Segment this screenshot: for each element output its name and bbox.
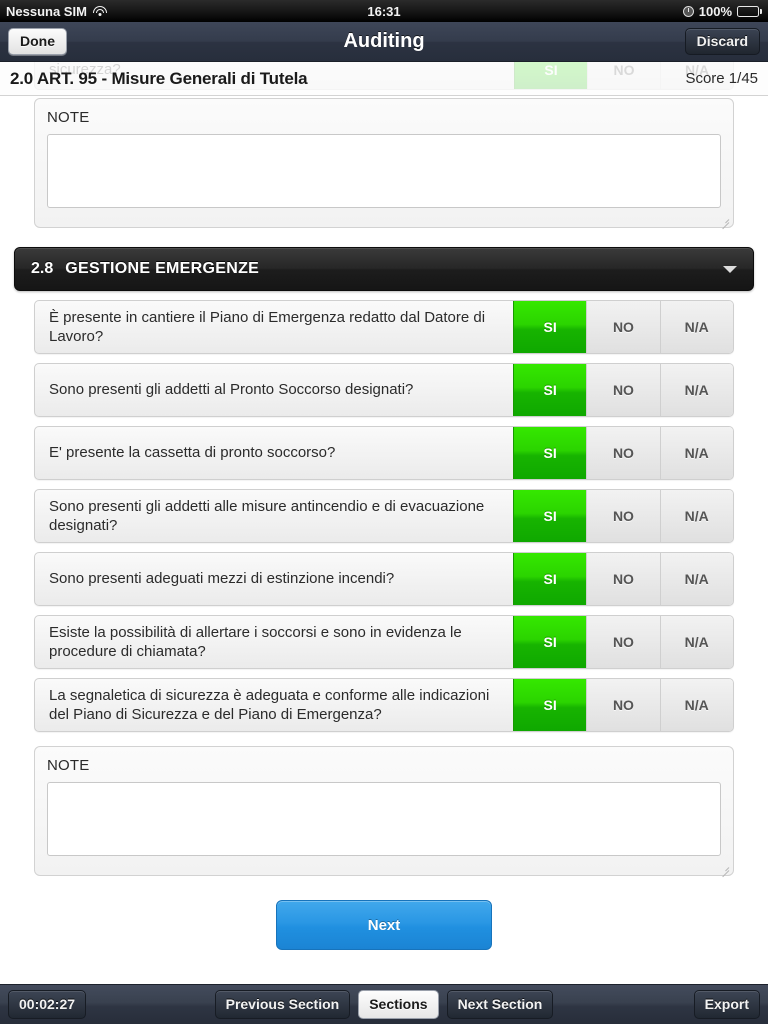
toolbar-center: Previous Section Sections Next Section <box>0 990 768 1019</box>
timer-display[interactable]: 00:02:27 <box>8 990 87 1019</box>
previous-section-button[interactable]: Previous Section <box>214 990 351 1019</box>
option-si[interactable]: SI <box>513 616 587 668</box>
audit-scroll-area[interactable]: sicurezza? SI NO N/A NOTE 2.8 GESTIONE E… <box>0 62 768 984</box>
question-text: La segnaletica di sicurezza è adeguata e… <box>49 686 490 724</box>
answer-option-group: SI NO N/A <box>513 553 733 605</box>
question-list: È presente in cantiere il Piano di Emerg… <box>0 300 768 732</box>
sticky-section-title: 2.0 ART. 95 - Misure Generali di Tutela <box>10 68 308 88</box>
option-na[interactable]: N/A <box>659 364 733 416</box>
option-si[interactable]: SI <box>513 427 587 479</box>
answer-option-group: SI NO N/A <box>513 616 733 668</box>
option-na[interactable]: N/A <box>659 679 733 731</box>
resize-grip-icon <box>718 861 730 878</box>
option-si[interactable]: SI <box>513 301 587 353</box>
option-na[interactable]: N/A <box>659 553 733 605</box>
battery-percent-label: 100% <box>698 3 732 19</box>
option-si[interactable]: SI <box>513 364 587 416</box>
ios-status-bar: Nessuna SIM 16:31 100% <box>0 0 768 22</box>
answer-option-group: SI NO N/A <box>513 490 733 542</box>
note-textarea-bottom[interactable] <box>47 782 721 856</box>
status-bar-left: Nessuna SIM <box>6 4 108 19</box>
option-no[interactable]: NO <box>586 427 660 479</box>
question-row[interactable]: La segnaletica di sicurezza è adeguata e… <box>34 678 734 732</box>
answer-option-group: SI NO N/A <box>513 679 733 731</box>
question-row[interactable]: Esiste la possibilità di allertare i soc… <box>34 615 734 669</box>
chevron-down-icon[interactable] <box>723 265 737 273</box>
question-text: Sono presenti gli addetti al Pronto Socc… <box>49 381 414 399</box>
page-title: Auditing <box>343 30 425 52</box>
discard-button[interactable]: Discard <box>684 27 760 56</box>
wifi-icon <box>93 5 108 17</box>
status-bar-right: 100% <box>682 3 762 19</box>
question-row[interactable]: Sono presenti gli addetti alle misure an… <box>34 489 734 543</box>
option-no[interactable]: NO <box>586 364 660 416</box>
sticky-section-bar: 2.0 ART. 95 - Misure Generali di Tutela … <box>0 62 768 96</box>
option-si[interactable]: SI <box>513 553 587 605</box>
export-button[interactable]: Export <box>693 990 760 1019</box>
option-si[interactable]: SI <box>513 679 587 731</box>
done-button[interactable]: Done <box>8 27 67 56</box>
note-card-top: NOTE <box>34 98 734 230</box>
answer-option-group: SI NO N/A <box>513 364 733 416</box>
option-no[interactable]: NO <box>586 301 660 353</box>
section-title: GESTIONE EMERGENZE <box>65 260 260 277</box>
answer-option-group: SI NO N/A <box>513 301 733 353</box>
battery-icon <box>737 5 762 17</box>
option-na[interactable]: N/A <box>659 301 733 353</box>
section-header-2-8[interactable]: 2.8 GESTIONE EMERGENZE <box>14 247 754 291</box>
note-label-top: NOTE <box>47 109 90 126</box>
question-row[interactable]: E' presente la cassetta di pronto soccor… <box>34 426 734 480</box>
carrier-label: Nessuna SIM <box>6 3 87 19</box>
section-number: 2.8 <box>31 260 54 277</box>
option-no[interactable]: NO <box>586 553 660 605</box>
score-label: Score 1/45 <box>685 70 758 87</box>
question-row[interactable]: Sono presenti gli addetti al Pronto Socc… <box>34 363 734 417</box>
option-no[interactable]: NO <box>586 490 660 542</box>
resize-grip-icon <box>718 213 730 230</box>
question-text: Sono presenti adeguati mezzi di estinzio… <box>49 570 395 588</box>
navigation-bar: Done Auditing Discard <box>0 22 768 62</box>
next-button-container: Next <box>0 900 768 950</box>
alarm-clock-icon <box>682 5 694 17</box>
toolbar-right: Export <box>693 990 760 1019</box>
option-si[interactable]: SI <box>513 490 587 542</box>
option-na[interactable]: N/A <box>659 490 733 542</box>
question-text: Esiste la possibilità di allertare i soc… <box>49 623 462 661</box>
toolbar-left: 00:02:27 <box>8 990 87 1019</box>
option-no[interactable]: NO <box>586 679 660 731</box>
question-text: È presente in cantiere il Piano di Emerg… <box>49 308 486 346</box>
option-no[interactable]: NO <box>586 616 660 668</box>
next-section-button[interactable]: Next Section <box>446 990 554 1019</box>
option-na[interactable]: N/A <box>659 427 733 479</box>
note-label-bottom: NOTE <box>47 757 90 774</box>
sections-button[interactable]: Sections <box>358 990 439 1019</box>
question-row[interactable]: È presente in cantiere il Piano di Emerg… <box>34 300 734 354</box>
note-card-bottom: NOTE <box>34 746 734 878</box>
app-root: Nessuna SIM 16:31 100% Done Auditing Dis… <box>0 0 768 1024</box>
question-text: Sono presenti gli addetti alle misure an… <box>49 497 485 535</box>
status-bar-clock: 16:31 <box>367 3 401 19</box>
question-row[interactable]: Sono presenti adeguati mezzi di estinzio… <box>34 552 734 606</box>
next-button[interactable]: Next <box>276 900 492 950</box>
bottom-toolbar: 00:02:27 Previous Section Sections Next … <box>0 984 768 1024</box>
question-text: E' presente la cassetta di pronto soccor… <box>49 444 336 462</box>
answer-option-group: SI NO N/A <box>513 427 733 479</box>
note-textarea-top[interactable] <box>47 134 721 208</box>
audit-content: sicurezza? SI NO N/A NOTE 2.8 GESTIONE E… <box>0 62 768 950</box>
option-na[interactable]: N/A <box>659 616 733 668</box>
